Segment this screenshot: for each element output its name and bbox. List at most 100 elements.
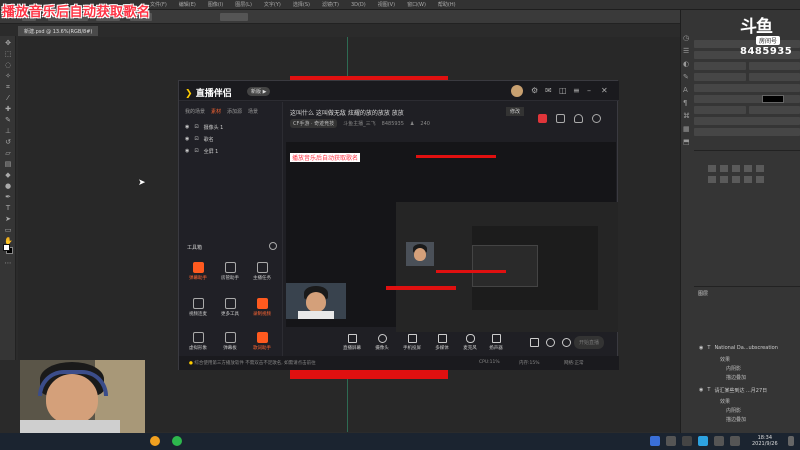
tool-room-admin[interactable]: 房管助手: [215, 262, 245, 281]
justify-all-button[interactable]: [756, 165, 764, 172]
scene-item[interactable]: ◉ ⊡ 摄像头 1: [185, 124, 223, 131]
tray-app-icon[interactable]: [698, 436, 708, 446]
gift-icon[interactable]: [538, 114, 547, 123]
layer-effect[interactable]: 效果: [720, 398, 730, 405]
eyedropper-icon[interactable]: ⁄: [4, 94, 12, 102]
tab-my-scenes[interactable]: 我的场景: [185, 108, 205, 115]
dodge-icon[interactable]: ●: [4, 182, 12, 190]
user-avatar[interactable]: [511, 85, 523, 97]
status-text[interactable]: 综合使用第三方播放软件 不需双击不足歌名, 如需请点击前往: [194, 361, 315, 366]
menu-item[interactable]: 3D(D): [351, 2, 366, 8]
brush-tool-icon[interactable]: ✎: [4, 116, 12, 124]
lock-icon[interactable]: ⊡: [194, 148, 198, 155]
eraser-icon[interactable]: ▱: [4, 149, 12, 157]
category-chip[interactable]: CF手游 · 奇迹竞技: [290, 119, 338, 128]
brush-panel-icon[interactable]: ✎: [683, 73, 691, 81]
menu-item[interactable]: 滤镜(T): [322, 1, 339, 8]
lasso-tool-icon[interactable]: ◌: [4, 61, 12, 69]
menu-item[interactable]: 文字(Y): [264, 1, 281, 8]
indent-right-button[interactable]: [720, 176, 728, 183]
scene-item[interactable]: ◉ ⊡ 全屏 1: [185, 148, 218, 155]
align-right-button[interactable]: [732, 165, 740, 172]
menu-item[interactable]: 图层(L): [235, 1, 252, 8]
layer-effect[interactable]: 效果: [720, 356, 730, 363]
lock-icon[interactable]: ⊡: [194, 124, 198, 131]
camera-button[interactable]: 摄像头: [368, 334, 396, 351]
type-tool-icon[interactable]: T: [4, 204, 12, 212]
pen-tool-icon[interactable]: ✒: [4, 193, 12, 201]
char-scale-field[interactable]: [694, 84, 800, 92]
tool-danmu-assistant[interactable]: 弹幕助手: [183, 262, 213, 281]
space-before-button[interactable]: [744, 176, 752, 183]
layer-effect[interactable]: 描边叠加: [726, 416, 746, 423]
menu-item[interactable]: 视图(V): [378, 1, 395, 8]
layer-row[interactable]: ◉ T National Da...ubscreation: [694, 342, 800, 354]
indent-first-button[interactable]: [732, 176, 740, 183]
swatches-panel-icon[interactable]: ▦: [683, 125, 691, 133]
char-tracking-field[interactable]: [748, 73, 800, 81]
menu-item[interactable]: 窗口(W): [407, 1, 426, 8]
history-brush-icon[interactable]: ↺: [4, 138, 12, 146]
start-stream-button[interactable]: 开始直播: [574, 336, 605, 349]
gradient-icon[interactable]: ▤: [4, 160, 12, 168]
tray-app-icon[interactable]: [650, 436, 660, 446]
tab-scene[interactable]: 场景: [248, 108, 258, 115]
heal-tool-icon[interactable]: ✚: [4, 105, 12, 113]
lock-icon[interactable]: ⊡: [194, 136, 198, 143]
wechat-icon[interactable]: [172, 436, 182, 446]
network-icon[interactable]: [714, 436, 724, 446]
move-tool-icon[interactable]: ✥: [4, 39, 12, 47]
toolbox-settings-icon[interactable]: [269, 242, 277, 250]
glyphs-panel-icon[interactable]: ⌘: [683, 112, 691, 120]
crop-tool-icon[interactable]: ⌗: [4, 83, 12, 91]
char-language-field[interactable]: [694, 128, 800, 136]
layer-effect[interactable]: 内阴影: [726, 407, 741, 414]
adjust-panel-icon[interactable]: ◐: [683, 60, 691, 68]
tool-host-task[interactable]: 主播任务: [247, 262, 277, 281]
tray-app-icon[interactable]: [666, 436, 676, 446]
tray-app-icon[interactable]: [682, 436, 692, 446]
layer-effect[interactable]: 内阴影: [726, 365, 741, 372]
visibility-eye-icon[interactable]: ◉: [699, 387, 703, 393]
stamp-tool-icon[interactable]: ⊥: [4, 127, 12, 135]
visibility-eye-icon[interactable]: ◉: [185, 136, 189, 143]
history-panel-icon[interactable]: ◷: [683, 34, 691, 42]
tool-record-video[interactable]: 录制视频: [247, 298, 277, 317]
menu-item[interactable]: 图像(I): [208, 1, 223, 8]
visibility-eye-icon[interactable]: ◉: [185, 148, 189, 155]
media-button[interactable]: 多媒体: [428, 334, 456, 351]
align-buttons[interactable]: [220, 13, 248, 21]
space-after-button[interactable]: [756, 176, 764, 183]
screen-capture-button[interactable]: 直播屏幕: [338, 334, 366, 351]
char-kerning-field[interactable]: [694, 73, 746, 81]
menu-item[interactable]: 帮助(H): [438, 1, 456, 8]
menu-icon[interactable]: ≡: [573, 86, 580, 95]
doc-tab[interactable]: 新建.psd @ 13.6%(RGB/8#): [18, 26, 99, 36]
char-vscale-field[interactable]: [694, 106, 746, 114]
taskbar-clock[interactable]: 18:34 2021/9/26: [752, 435, 778, 447]
more-icon[interactable]: [592, 114, 601, 123]
visibility-eye-icon[interactable]: ◉: [699, 345, 703, 351]
scene-item[interactable]: ◉ ⊡ 歌名: [185, 136, 214, 143]
paragraph-panel-icon[interactable]: ¶: [683, 99, 691, 107]
libraries-panel-icon[interactable]: ⬒: [683, 138, 691, 146]
bell-icon[interactable]: [574, 114, 583, 123]
justify-last-left-button[interactable]: [744, 165, 752, 172]
edit-title-button[interactable]: 修改: [506, 107, 525, 116]
char-size-field[interactable]: [694, 62, 746, 70]
align-center-button[interactable]: [720, 165, 728, 172]
menu-item[interactable]: 选择(S): [293, 1, 310, 8]
indent-left-button[interactable]: [708, 176, 716, 183]
chat-icon[interactable]: [556, 114, 565, 123]
layers-tab[interactable]: 图层: [698, 290, 708, 297]
tool-danmu-board[interactable]: 弹幕板: [215, 332, 245, 351]
version-badge[interactable]: 新版 ▶: [247, 87, 271, 96]
notification-icon[interactable]: [788, 436, 794, 446]
tab-add-source[interactable]: 添加源: [227, 108, 242, 115]
properties-panel-icon[interactable]: ☰: [683, 47, 691, 55]
magic-wand-icon[interactable]: ✧: [4, 72, 12, 80]
chrome-icon[interactable]: [150, 436, 160, 446]
close-icon[interactable]: ✕: [601, 86, 608, 95]
tool-video-link[interactable]: 视频连麦: [183, 298, 213, 317]
microphone-button[interactable]: 麦克风: [456, 334, 484, 351]
